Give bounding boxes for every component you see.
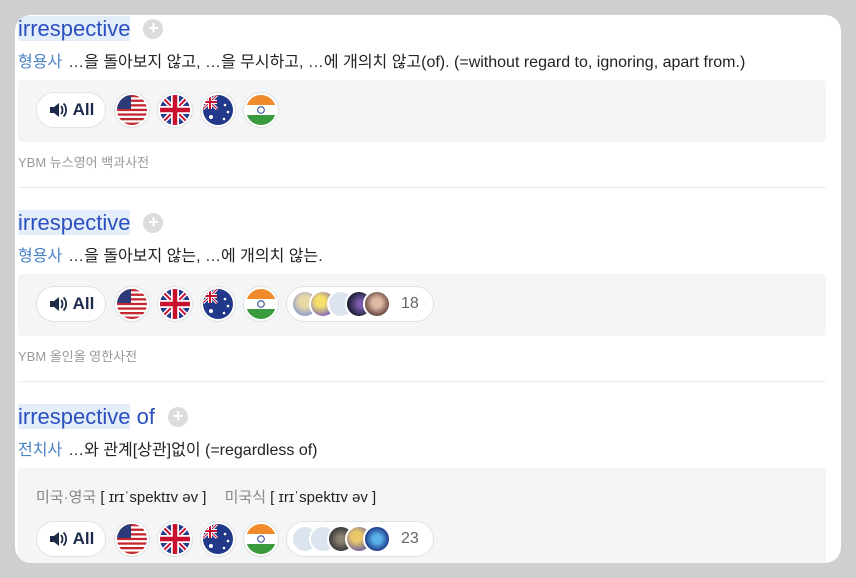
add-to-wordbook-button[interactable]: +	[143, 19, 164, 39]
audio-row: All 23	[36, 521, 434, 557]
entry-2-audio-box: All 18	[18, 274, 826, 336]
entry-1-word[interactable]: irrespective	[18, 16, 131, 42]
entry-3-audio-box: 미국·영국 [ ɪrɪˈspektɪv əv ] 미국식 [ ɪrɪˈspekt…	[18, 468, 826, 563]
us-flag-icon[interactable]	[114, 521, 150, 557]
audio-row: All 18	[36, 286, 434, 322]
pron-ipa-us-uk: [ ɪrɪˈspektɪv əv ]	[100, 489, 207, 506]
pronunciation-line: 미국·영국 [ ɪrɪˈspektɪv əv ] 미국식 [ ɪrɪˈspekt…	[36, 486, 390, 507]
us-flag-icon[interactable]	[114, 286, 150, 322]
user-avatar	[363, 525, 391, 553]
divider	[18, 187, 826, 188]
part-of-speech: 전치사	[18, 442, 63, 459]
part-of-speech: 형용사	[18, 248, 63, 265]
play-all-label: All	[72, 100, 95, 119]
voice-count: 18	[401, 295, 419, 312]
uk-flag-icon[interactable]	[157, 92, 193, 128]
uk-flag-icon[interactable]	[157, 521, 193, 557]
voice-count: 23	[401, 530, 419, 547]
add-to-wordbook-button[interactable]: +	[143, 213, 164, 233]
entry-1-header: irrespective +	[18, 16, 164, 42]
entry-1-definition: 형용사 …을 돌아보지 않고, …을 무시하고, …에 개의치 않고(of). (…	[18, 54, 746, 71]
us-flag-icon[interactable]	[114, 92, 150, 128]
entry-3-word[interactable]: irrespective of	[18, 404, 155, 430]
india-flag-icon[interactable]	[243, 286, 279, 322]
australia-flag-icon[interactable]	[200, 286, 236, 322]
play-all-button[interactable]: All	[36, 521, 106, 557]
entry-3-header: irrespective of +	[18, 404, 188, 430]
pron-label-us: 미국식	[224, 489, 266, 506]
user-voices-button[interactable]: 18	[286, 286, 434, 322]
australia-flag-icon[interactable]	[200, 521, 236, 557]
play-all-label: All	[72, 294, 95, 313]
add-to-wordbook-button[interactable]: +	[167, 407, 188, 427]
uk-flag-icon[interactable]	[157, 286, 193, 322]
entry-2-word[interactable]: irrespective	[18, 210, 131, 236]
speaker-icon	[49, 102, 67, 118]
pron-label-us-uk: 미국·영국	[36, 489, 97, 506]
entry-1-audio-box: All	[18, 80, 826, 142]
india-flag-icon[interactable]	[243, 92, 279, 128]
play-all-button[interactable]: All	[36, 286, 106, 322]
speaker-icon	[49, 296, 67, 312]
india-flag-icon[interactable]	[243, 521, 279, 557]
part-of-speech: 형용사	[18, 54, 63, 71]
divider	[18, 381, 826, 382]
entry-2-header: irrespective +	[18, 210, 164, 236]
australia-flag-icon[interactable]	[200, 92, 236, 128]
user-voices-button[interactable]: 23	[286, 521, 434, 557]
entry-2-source[interactable]: YBM 올인올 영한사전	[18, 346, 137, 365]
dictionary-panel: irrespective + 형용사 …을 돌아보지 않고, …을 무시하고, ……	[15, 15, 841, 563]
play-all-button[interactable]: All	[36, 92, 106, 128]
entry-2-definition: 형용사 …을 돌아보지 않는, …에 개의치 않는.	[18, 248, 323, 265]
play-all-label: All	[72, 529, 95, 548]
entry-3-definition: 전치사 …와 관계[상관]없이 (=regardless of)	[18, 442, 318, 459]
user-avatar	[363, 290, 391, 318]
entry-1-source[interactable]: YBM 뉴스영어 백과사전	[18, 152, 149, 171]
speaker-icon	[49, 531, 67, 547]
pron-ipa-us: [ ɪrɪˈspektɪv əv ]	[270, 489, 377, 506]
audio-row: All	[36, 92, 286, 128]
